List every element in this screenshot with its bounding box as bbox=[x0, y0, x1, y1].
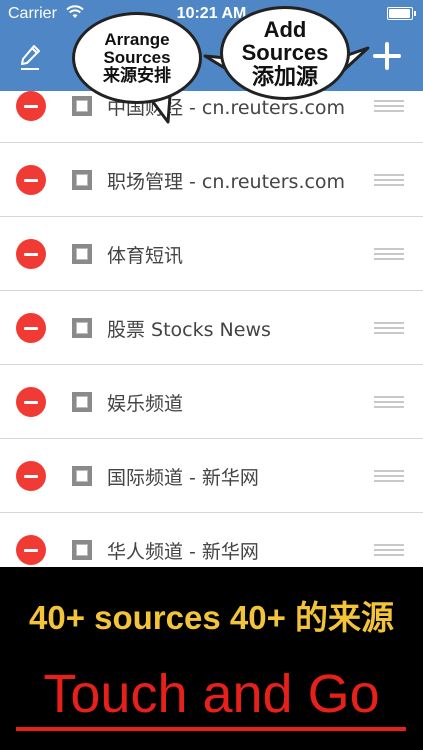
callout-line: 添加源 bbox=[251, 63, 318, 89]
battery-icon bbox=[387, 7, 416, 20]
reorder-handle-icon[interactable] bbox=[374, 470, 404, 482]
callout-line: Arrange bbox=[104, 30, 170, 50]
delete-icon[interactable] bbox=[16, 535, 46, 565]
top-bar: Carrier 10:21 AM Sc bbox=[0, 0, 423, 91]
delete-icon[interactable] bbox=[16, 461, 46, 491]
promo-underline bbox=[16, 727, 406, 731]
source-row[interactable]: 体育短讯 bbox=[0, 217, 423, 291]
source-label: 股票 Stocks News bbox=[107, 319, 271, 341]
source-label: 华人频道 - 新华网 bbox=[107, 541, 259, 563]
source-row[interactable]: 娱乐频道 bbox=[0, 365, 423, 439]
reorder-handle-icon[interactable] bbox=[374, 174, 404, 186]
status-bar: Carrier 10:21 AM bbox=[0, 0, 423, 30]
checkbox-icon[interactable] bbox=[72, 466, 92, 486]
source-label: 娱乐频道 bbox=[107, 393, 184, 415]
pencil-icon[interactable] bbox=[18, 44, 42, 72]
add-source-button[interactable] bbox=[373, 42, 401, 70]
checkbox-icon[interactable] bbox=[72, 540, 92, 560]
callout-line: Sources bbox=[241, 40, 329, 66]
reorder-handle-icon[interactable] bbox=[374, 322, 404, 334]
checkbox-icon[interactable] bbox=[72, 318, 92, 338]
nav-bar: Sc bbox=[0, 30, 423, 91]
reorder-handle-icon[interactable] bbox=[374, 544, 404, 556]
callout-line: Sources bbox=[103, 48, 171, 68]
source-label: 职场管理 - cn.reuters.com bbox=[107, 171, 346, 193]
checkbox-icon[interactable] bbox=[72, 244, 92, 264]
delete-icon[interactable] bbox=[16, 387, 46, 417]
reorder-handle-icon[interactable] bbox=[374, 396, 404, 408]
delete-icon[interactable] bbox=[16, 91, 46, 121]
promo-banner: 40+ sources 40+ 的来源 Touch and Go bbox=[0, 567, 423, 750]
source-label: 国际频道 - 新华网 bbox=[107, 467, 259, 489]
callout-line: Add bbox=[263, 17, 307, 43]
checkbox-icon[interactable] bbox=[72, 170, 92, 190]
callout-line: 来源安排 bbox=[103, 65, 171, 85]
source-label: 体育短讯 bbox=[107, 245, 184, 267]
promo-sources-count: 40+ sources 40+ 的来源 bbox=[28, 599, 395, 636]
source-list: 中国财经 - cn.reuters.com 职场管理 - cn.reuters.c… bbox=[0, 91, 423, 567]
reorder-handle-icon[interactable] bbox=[374, 248, 404, 260]
arrange-sources-callout: Arrange Sources 来源安排 bbox=[72, 12, 202, 104]
checkbox-icon[interactable] bbox=[72, 392, 92, 412]
delete-icon[interactable] bbox=[16, 165, 46, 195]
checkbox-icon[interactable] bbox=[72, 96, 92, 116]
battery-level bbox=[389, 9, 410, 18]
source-row[interactable]: 中国财经 - cn.reuters.com bbox=[0, 91, 423, 143]
status-time: 10:21 AM bbox=[176, 5, 247, 22]
add-sources-callout: Add Sources 添加源 bbox=[220, 6, 350, 100]
delete-icon[interactable] bbox=[16, 313, 46, 343]
source-row[interactable]: 职场管理 - cn.reuters.com bbox=[0, 143, 423, 217]
source-row[interactable]: 国际频道 - 新华网 bbox=[0, 439, 423, 513]
reorder-handle-icon[interactable] bbox=[374, 100, 404, 112]
promo-tagline: Touch and Go bbox=[43, 664, 380, 724]
source-row[interactable]: 股票 Stocks News bbox=[0, 291, 423, 365]
source-row[interactable]: 华人频道 - 新华网 bbox=[0, 513, 423, 567]
delete-icon[interactable] bbox=[16, 239, 46, 269]
